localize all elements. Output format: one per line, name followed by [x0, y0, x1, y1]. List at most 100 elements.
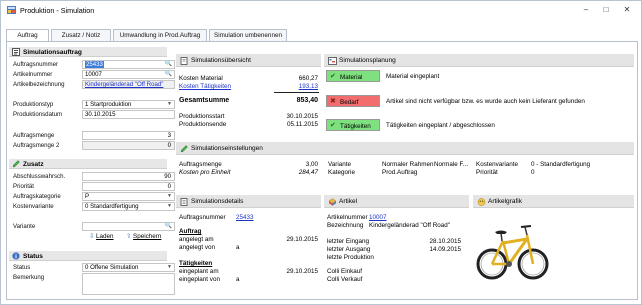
- produktionstyp-select[interactable]: 1 Startproduktion ▼: [82, 100, 175, 109]
- bezeichnung-value: Kindergeländerad "Off Road": [369, 222, 451, 229]
- tab-umwandlung[interactable]: Umwandlung in Prod.Auftrag: [113, 29, 207, 41]
- status-taetigkeiten[interactable]: ✔ Tätigkeiten: [326, 119, 380, 131]
- panel-header: Simulationsplanung: [324, 54, 634, 67]
- gesamtsumme-value: 853,40: [296, 97, 318, 104]
- field-label: Produktionstyp: [13, 101, 54, 108]
- load-icon: ⇩: [89, 233, 95, 240]
- auftragsnummer-input[interactable]: 25433 🔍: [82, 60, 175, 69]
- angelegt-von-label: angelegt von: [179, 244, 216, 251]
- produktionsstart-value: 30.10.2015: [286, 113, 318, 120]
- chevron-down-icon[interactable]: ▼: [167, 264, 172, 271]
- row-kostenvariante: Kostenvariante 0 Standardfertigung ▼: [9, 202, 175, 211]
- panel-uebersicht: Simulationsübersicht Kosten Material 660…: [176, 54, 321, 134]
- save-icon: ⇧: [126, 233, 132, 240]
- auftragsnummer-link[interactable]: 25433: [236, 214, 254, 221]
- search-icon[interactable]: 🔍: [165, 223, 172, 230]
- auftragsmenge-input[interactable]: 3: [82, 131, 175, 140]
- group-status: Status: [9, 251, 167, 261]
- search-icon[interactable]: 🔍: [165, 71, 172, 78]
- panel-artikel: Artikel Artikelnummer 10007 Bezeichnung …: [324, 195, 469, 295]
- status-material[interactable]: ✔ Material: [326, 70, 380, 82]
- tab-zusatz-notiz[interactable]: Zusatz / Notiz: [51, 29, 111, 41]
- kostenvariante-label: Kostenvariante: [476, 161, 519, 168]
- row-artikelbezeichnung: Artikelbezeichnung Kindergeländerad "Off…: [9, 80, 175, 89]
- auftragskategorie-select[interactable]: P ▼: [82, 192, 175, 201]
- field-label: Abschlusswahrsch.: [13, 173, 66, 180]
- auftragsmenge-value: 3,00: [305, 161, 318, 168]
- group-title: Status: [23, 252, 43, 260]
- kategorie-value: Prod.Auftrag: [382, 169, 418, 176]
- produktionsdatum-input[interactable]: 30.10.2015: [82, 110, 175, 119]
- letzte-produktion-label: letzte Produktion: [327, 254, 374, 261]
- close-button[interactable]: ✕: [620, 4, 634, 16]
- status-material-text: Material eingeplant: [386, 73, 440, 80]
- row-produktionstyp: Produktionstyp 1 Startproduktion ▼: [9, 100, 175, 109]
- abschlusswahrsch-input[interactable]: 90: [82, 172, 175, 181]
- article-icon: [328, 197, 337, 206]
- group-simulationsauftrag: Simulationsauftrag: [9, 47, 167, 57]
- chevron-down-icon[interactable]: ▼: [167, 203, 172, 210]
- kategorie-label: Kategorie: [328, 169, 355, 176]
- auftragsmenge-2-input[interactable]: 0: [82, 141, 175, 150]
- kostenvariante-select[interactable]: 0 Standardfertigung ▼: [82, 202, 175, 211]
- document-icon: [180, 56, 188, 65]
- variante-input[interactable]: 🔍: [82, 222, 175, 231]
- artikelnummer-input[interactable]: 10007 🔍: [82, 70, 175, 79]
- image-icon: [477, 197, 486, 206]
- kosten-material-label: Kosten Material: [179, 75, 223, 82]
- minimize-button[interactable]: –: [579, 4, 593, 16]
- info-icon: [12, 252, 20, 260]
- produktionsende-value: 05.11.2015: [286, 121, 318, 128]
- speichern-button[interactable]: ⇧ Speichern: [126, 233, 161, 240]
- letzter-ausgang-label: letzter Ausgang: [327, 246, 371, 253]
- tab-simulation-umbenennen[interactable]: Simulation umbenennen: [209, 29, 287, 41]
- app-window: Produktion - Simulation – □ ✕ Auftrag Zu…: [0, 0, 642, 305]
- status-taetigkeiten-text: Tätigkeiten eingeplant / abgeschlossen: [386, 122, 495, 129]
- colli-einkauf-label: Colli Einkauf: [327, 268, 362, 275]
- panel-title: Simulationsplanung: [339, 57, 396, 64]
- title-bar: Produktion - Simulation – □ ✕: [1, 1, 641, 19]
- kosten-pro-einheit-value: 284,47: [298, 169, 318, 176]
- angelegt-von-value: a: [236, 244, 240, 251]
- artikelnummer-link[interactable]: 10007: [369, 214, 387, 221]
- angelegt-am-label: angelegt am: [179, 236, 214, 243]
- panel-title: Simulationseinstellungen: [191, 145, 263, 152]
- kosten-pro-einheit-label: Kosten pro Einheit: [179, 169, 231, 176]
- field-label: Bemerkung: [13, 274, 45, 281]
- eingeplant-von-value: a: [236, 276, 240, 283]
- panel-title: Simulationsdetails: [191, 198, 244, 205]
- row-status: Status 0 Offene Simulation ▼: [9, 263, 175, 272]
- field-label: Kostenvariante: [13, 203, 54, 210]
- letzter-eingang-label: letzter Eingang: [327, 238, 370, 245]
- chevron-down-icon[interactable]: ▼: [167, 193, 172, 200]
- panel-header: Simulationsübersicht: [176, 54, 321, 67]
- cross-icon: ✖: [330, 98, 336, 105]
- prioritaet-input[interactable]: 0: [82, 182, 175, 191]
- status-bedarf[interactable]: ✖ Bedarf: [326, 95, 380, 107]
- laden-button[interactable]: ⇩ Laden: [89, 233, 114, 240]
- check-icon: ✔: [330, 122, 336, 129]
- row-auftragsnummer: Auftragsnummer 25433 🔍: [9, 60, 175, 69]
- kosten-taetigkeiten-link[interactable]: Kosten Tätigkeiten: [179, 83, 231, 90]
- search-icon[interactable]: 🔍: [165, 61, 172, 68]
- angelegt-am-value: 29.10.2015: [286, 236, 318, 243]
- panel-title: Simulationsübersicht: [191, 57, 251, 64]
- row-auftragsmenge: Auftragsmenge 3: [9, 131, 175, 140]
- row-produktionsdatum: Produktionsdatum 30.10.2015: [9, 110, 175, 119]
- row-artikelnummer: Artikelnummer 10007 🔍: [9, 70, 175, 79]
- status-select[interactable]: 0 Offene Simulation ▼: [82, 263, 175, 272]
- maximize-button[interactable]: □: [599, 4, 613, 16]
- kosten-taetigkeiten-value[interactable]: 193,13: [276, 83, 318, 90]
- auftragsnummer-label: Auftragsnummer: [179, 214, 226, 221]
- field-label: Produktionsdatum: [13, 111, 63, 118]
- chevron-down-icon[interactable]: ▼: [167, 101, 172, 108]
- produktionsende-label: Produktionsende: [179, 121, 227, 128]
- gesamtsumme-label: Gesamtsumme: [179, 97, 230, 104]
- panel-artikelgrafik: Artikelgrafik: [473, 195, 634, 295]
- panel-header: Simulationseinstellungen: [176, 142, 634, 155]
- eingeplant-von-label: eingeplant von: [179, 276, 220, 283]
- row-bemerkung: Bemerkung: [9, 273, 175, 295]
- group-zusatz: Zusatz: [9, 159, 167, 169]
- field-label: Variante: [13, 223, 36, 230]
- bemerkung-textarea[interactable]: [82, 273, 175, 295]
